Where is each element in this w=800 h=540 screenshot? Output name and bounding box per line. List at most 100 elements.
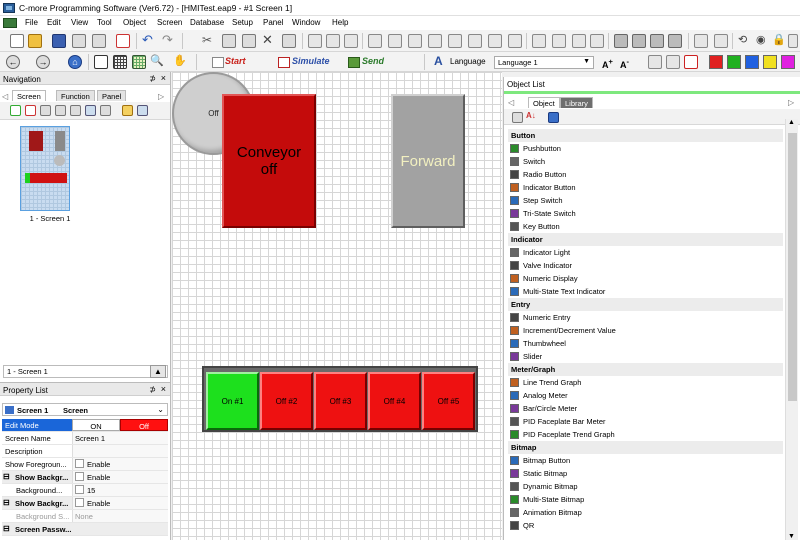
object-list-item[interactable]: Tri-State Switch [508,207,783,220]
lock-icon[interactable]: 🔒 [772,34,786,48]
object-list-item[interactable]: PID Faceplate Trend Graph [508,428,783,441]
menu-help[interactable]: Help [332,18,348,27]
copy-icon[interactable] [222,34,236,48]
palette-red[interactable] [709,55,723,69]
menu-object[interactable]: Object [123,18,146,27]
object-list-item[interactable]: Dynamic Bitmap [508,480,783,493]
object-group-header[interactable]: Entry [508,298,783,311]
show-background-style-value[interactable]: Enable [72,497,168,509]
object-list-item[interactable]: Valve Indicator [508,259,783,272]
object-list-item[interactable]: Indicator Button [508,181,783,194]
property-row-description[interactable]: Description [2,445,168,458]
collapse-icon[interactable]: ⊟ [3,524,10,533]
align-bottom-icon[interactable] [408,34,422,48]
conveyor-pushbutton[interactable]: Conveyor off [222,94,316,228]
checkbox-unchecked-icon[interactable] [75,498,84,507]
snap-icon[interactable] [94,55,108,69]
back-icon[interactable]: ← [6,55,20,69]
paste-special-icon[interactable] [282,34,296,48]
font-increase-icon[interactable]: A+ [602,55,616,70]
copy-screen-icon[interactable] [40,105,51,116]
same-size-icon[interactable] [428,34,442,48]
close-icon[interactable]: × [161,73,166,83]
menu-view[interactable]: View [71,18,88,27]
sort-az-icon[interactable]: A↓ [526,111,537,122]
checkbox-checked-icon[interactable] [75,472,84,481]
center-screen-icon[interactable] [590,34,604,48]
paste-screen-icon[interactable] [55,105,66,116]
show-background-value[interactable]: Enable [72,471,168,483]
align-right-icon[interactable] [344,34,358,48]
object-list-item[interactable]: Multi-State Text Indicator [508,285,783,298]
checkbox-checked-icon[interactable] [75,459,84,468]
object-group-header[interactable]: Button [508,129,783,142]
state-segment-3[interactable]: Off #3 [314,372,367,430]
object-list-item[interactable]: Analog Meter [508,389,783,402]
ungroup-icon[interactable] [714,34,728,48]
menu-database[interactable]: Database [190,18,224,27]
scrollbar-thumb[interactable] [788,133,797,401]
screen-name-value[interactable]: Screen 1 [72,432,168,444]
paste-icon[interactable] [242,34,256,48]
grid-color-icon[interactable] [132,55,146,69]
redo-icon[interactable]: ↷ [162,33,176,48]
center-both-icon[interactable] [572,34,586,48]
object-list-item[interactable]: Bitmap Button [508,454,783,467]
property-row-screen-name[interactable]: Screen Name Screen 1 [2,432,168,445]
state-segment-5[interactable]: Off #5 [422,372,475,430]
object-list-item[interactable]: Animation Bitmap [508,506,783,519]
thumbnail-view-icon[interactable] [122,105,133,116]
palette-blue[interactable] [745,55,759,69]
tab-object[interactable]: Object [528,97,560,108]
add-screen-icon[interactable] [10,105,21,116]
collapse-icon[interactable]: ⊟ [3,498,10,507]
category-view-icon[interactable] [512,112,523,123]
language-select[interactable]: Language 1 ▼ [494,56,594,69]
object-list-item[interactable]: QR [508,519,783,532]
menu-window[interactable]: Window [292,18,320,27]
print-preview-icon[interactable] [72,34,86,48]
object-list-item[interactable]: Static Bitmap [508,467,783,480]
object-list-item[interactable]: Multi-State Bitmap [508,493,783,506]
palette-yellow[interactable] [763,55,777,69]
list-view-icon[interactable] [100,105,111,116]
property-row-show-foreground[interactable]: Show Foregroun... Enable [2,458,168,471]
scroll-down-icon[interactable]: ▼ [788,533,795,540]
screen-view-icon[interactable] [85,105,96,116]
menu-setup[interactable]: Setup [232,18,253,27]
forward-pushbutton[interactable]: Forward [391,94,465,228]
show-foreground-value[interactable]: Enable [72,458,168,470]
state-segment-4[interactable]: Off #4 [368,372,421,430]
rotate-icon[interactable]: ⟲ [738,34,752,48]
distribute-v-icon[interactable] [508,34,522,48]
tab-scroll-left-icon[interactable]: ◁ [508,98,514,107]
properties-icon[interactable] [70,105,81,116]
bring-front-icon[interactable] [614,34,628,48]
open-folder-icon[interactable] [28,34,42,48]
description-value[interactable] [72,445,168,457]
property-row-show-background-style[interactable]: ⊟ Show Backgr... Enable [2,497,168,510]
palette-magenta[interactable] [781,55,795,69]
scroll-up-icon[interactable]: ▲ [788,119,795,126]
pin-icon[interactable]: ⊅ [149,385,156,394]
align-middle-icon[interactable] [388,34,402,48]
object-list-item[interactable]: Indicator Light [508,246,783,259]
object-list-item[interactable]: PID Faceplate Bar Meter [508,415,783,428]
simulate-button[interactable]: Simulate [292,56,330,66]
grid-view-icon[interactable] [137,105,148,116]
pin-icon[interactable]: ⊅ [149,74,156,83]
tag-icon[interactable] [648,55,662,69]
object-list-item[interactable]: Key Button [508,220,783,233]
align-top-icon[interactable] [368,34,382,48]
font-decrease-icon[interactable]: A- [620,55,634,70]
send-button[interactable]: Send [362,56,384,66]
new-file-icon[interactable] [10,34,24,48]
scroll-up-icon[interactable]: ▲ [150,365,166,378]
edit-mode-on-button[interactable]: ON [72,419,120,431]
color-swatch-icon[interactable] [75,485,84,494]
canvas-grid[interactable]: Conveyor off Forward Off On #1 Off #2 Of… [172,72,502,540]
same-height-icon[interactable] [468,34,482,48]
align-center-icon[interactable] [326,34,340,48]
align-left-icon[interactable] [308,34,322,48]
menu-screen[interactable]: Screen [157,18,182,27]
